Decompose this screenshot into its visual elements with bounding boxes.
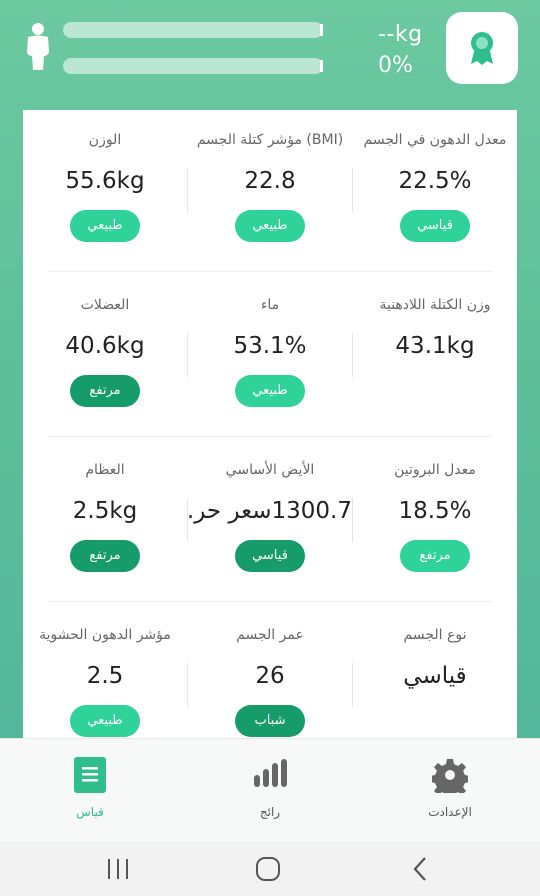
award-badge-icon [471, 32, 493, 65]
metrics-row: مؤشر الدهون الحشوية 2.5 طبيعي عمر الجسم … [23, 605, 517, 738]
nav-settings-label: الإعدادت [428, 805, 472, 819]
metric-water[interactable]: ماء 53.1% طبيعي [188, 275, 352, 440]
progress-bar-top [63, 22, 323, 38]
metric-value: 2.5kg [72, 498, 138, 524]
metric-lean-mass[interactable]: وزن الكتلة اللادهنية 43.1kg [353, 275, 517, 440]
metrics-card: الوزن 55.6kg طبيعي مؤشر كتلة الجسم (BMI)… [23, 110, 517, 738]
progress-bar-bottom [63, 58, 323, 74]
metric-label: معدل الدهون في الجسم [363, 132, 507, 148]
nav-measure[interactable]: قياس [20, 739, 160, 843]
metric-label: مؤشر كتلة الجسم (BMI) [196, 132, 344, 148]
recent-apps-icon [108, 859, 128, 879]
header: --kg 0% [0, 0, 540, 110]
metrics-row: العظام 2.5kg مرتفع الأيض الأساسي 1300.7س… [23, 440, 517, 605]
nav-trend-label: رائج [259, 805, 281, 819]
metric-value: 26 [255, 663, 285, 689]
metric-value: 53.1% [233, 333, 307, 359]
award-button[interactable] [446, 12, 518, 84]
metric-label: نوع الجسم [403, 627, 467, 643]
gear-icon [432, 759, 468, 793]
header-weight: --kg [378, 22, 423, 47]
metric-bmr[interactable]: الأيض الأساسي 1300.7سعر حر... قياسي [188, 440, 352, 605]
metrics-row: الوزن 55.6kg طبيعي مؤشر كتلة الجسم (BMI)… [23, 110, 517, 275]
metric-label: العظام [85, 462, 125, 478]
metric-visceral-fat[interactable]: مؤشر الدهون الحشوية 2.5 طبيعي [23, 605, 187, 738]
person-icon [27, 23, 49, 70]
back-chevron-icon [413, 857, 426, 881]
metric-value: 55.6kg [65, 168, 145, 194]
metric-bone[interactable]: العظام 2.5kg مرتفع [23, 440, 187, 605]
metric-protein[interactable]: معدل البروتين 18.5% مرتفع [353, 440, 517, 605]
status-badge: مرتفع [400, 540, 470, 572]
nav-measure-label: قياس [76, 805, 104, 819]
bottom-nav: قياس رائج الإعدادت [0, 738, 540, 842]
metric-value: 40.6kg [65, 333, 145, 359]
status-badge: طبيعي [235, 375, 305, 407]
metric-label: عمر الجسم [236, 627, 304, 643]
status-badge: مرتفع [70, 375, 140, 407]
metric-label: الوزن [88, 132, 122, 148]
back-button[interactable] [390, 854, 450, 884]
metric-bmi[interactable]: مؤشر كتلة الجسم (BMI) 22.8 طبيعي [188, 110, 352, 275]
metric-body-fat[interactable]: معدل الدهون في الجسم 22.5% قياسي [353, 110, 517, 275]
nav-settings[interactable]: الإعدادت [380, 739, 520, 843]
recent-apps-button[interactable] [88, 854, 148, 884]
metric-body-type[interactable]: نوع الجسم قياسي [353, 605, 517, 738]
document-icon [74, 757, 106, 793]
metric-muscle[interactable]: العضلات 40.6kg مرتفع [23, 275, 187, 440]
metric-body-age[interactable]: عمر الجسم 26 شباب [188, 605, 352, 738]
metrics-row: العضلات 40.6kg مرتفع ماء 53.1% طبيعي وزن… [23, 275, 517, 440]
status-badge: مرتفع [70, 540, 140, 572]
metric-value: 18.5% [398, 498, 472, 524]
bar-chart-icon [254, 759, 287, 787]
status-badge: قياسي [235, 540, 305, 572]
status-badge: طبيعي [235, 210, 305, 242]
metric-label: الأيض الأساسي [225, 462, 315, 478]
home-button[interactable] [238, 854, 298, 884]
status-badge: طبيعي [70, 705, 140, 737]
metric-label: وزن الكتلة اللادهنية [379, 297, 491, 313]
metric-label: معدل البروتين [394, 462, 476, 478]
status-badge: طبيعي [70, 210, 140, 242]
status-badge: شباب [235, 705, 305, 737]
system-nav-bar [0, 842, 540, 896]
metric-value: 1300.7سعر حر... [188, 498, 352, 524]
metric-label: مؤشر الدهون الحشوية [39, 627, 171, 643]
metric-value: 43.1kg [395, 333, 475, 359]
header-percent: 0% [378, 53, 413, 78]
metric-value: قياسي [403, 663, 467, 689]
metric-label: العضلات [80, 297, 130, 313]
home-icon [256, 857, 280, 881]
metric-weight[interactable]: الوزن 55.6kg طبيعي [23, 110, 187, 275]
status-badge: قياسي [400, 210, 470, 242]
metric-value: 22.5% [398, 168, 472, 194]
metric-label: ماء [260, 297, 280, 313]
metric-value: 2.5 [86, 663, 124, 689]
nav-trend[interactable]: رائج [200, 739, 340, 843]
metric-value: 22.8 [244, 168, 296, 194]
